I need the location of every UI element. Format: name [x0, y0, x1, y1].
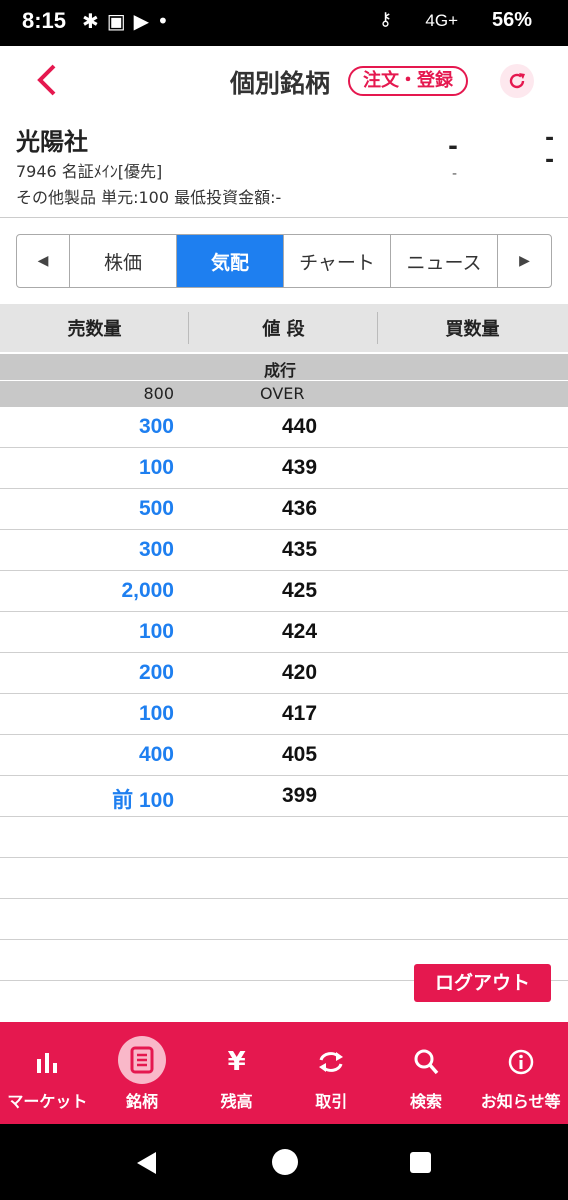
sell-qty: 400	[138, 743, 174, 766]
price: 405	[282, 743, 318, 766]
nav-balance[interactable]: ¥ 残高	[189, 1022, 284, 1124]
bottom-navigation: マーケット 銘柄 ¥ 残高 取引 検索 お知らせ等	[0, 1022, 568, 1124]
table-row: 100 439	[0, 448, 568, 489]
over-row: 800 OVER	[0, 381, 568, 407]
over-qty: 800	[143, 384, 174, 403]
page-title: 個別銘柄	[230, 69, 331, 98]
yen-icon: ¥	[227, 1047, 246, 1077]
table-row	[0, 817, 568, 858]
table-row: 200 420	[0, 653, 568, 694]
sell-qty: 200	[138, 661, 174, 684]
tab-quote-board[interactable]: 気配	[177, 235, 284, 287]
chevron-left-icon	[37, 64, 56, 96]
price: 424	[282, 620, 318, 643]
nav-search[interactable]: 検索	[379, 1022, 474, 1124]
sell-qty: 300	[138, 538, 174, 561]
table-row: 500 436	[0, 489, 568, 530]
stock-name: 光陽社	[16, 128, 88, 156]
sell-qty: 300	[138, 415, 174, 438]
stock-code: 7946 名証ﾒｲﾝ[優先]	[16, 162, 163, 181]
price-header: 値 段	[189, 304, 378, 352]
market-order-label: 成行	[264, 361, 297, 380]
exchange-icon	[307, 1038, 355, 1086]
system-home-icon[interactable]	[272, 1149, 298, 1175]
table-row	[0, 899, 568, 940]
notification-icons: ✱▣▶•	[82, 9, 177, 33]
system-back-icon[interactable]	[134, 1150, 160, 1176]
battery-level: 56%	[491, 9, 532, 31]
search-icon	[402, 1038, 450, 1086]
table-row: 前 100 399	[0, 776, 568, 817]
vpn-key-icon: ⚷	[378, 9, 392, 30]
over-label: OVER	[260, 384, 305, 403]
status-bar: 8:15 ✱▣▶• ⚷ 4G+ 56%	[0, 0, 568, 46]
detail-tabs: ◀ 株価 気配 チャート ニュース ▶	[16, 234, 552, 288]
sell-qty: 100	[138, 620, 174, 643]
sell-qty: 100	[138, 702, 174, 725]
table-row: 100 417	[0, 694, 568, 735]
table-row: 300 440	[0, 407, 568, 448]
buy-qty-header: 買数量	[445, 319, 500, 340]
nav-label: 検索	[409, 1092, 442, 1111]
table-row: 300 435	[0, 530, 568, 571]
tab-next-arrow[interactable]: ▶	[498, 235, 551, 287]
price: 435	[282, 538, 318, 561]
sell-qty: 500	[138, 497, 174, 520]
info-icon	[497, 1038, 545, 1086]
market-order-row: 成行	[0, 354, 568, 380]
stock-price: -	[448, 132, 458, 160]
tab-chart[interactable]: チャート	[284, 235, 391, 287]
stock-info-panel: 光陽社 7946 名証ﾒｲﾝ[優先] その他製品 単元:100 最低投資金額:-…	[0, 116, 568, 218]
back-button[interactable]	[32, 60, 68, 100]
logout-button[interactable]: ログアウト	[414, 964, 551, 1002]
stock-change-rate: -	[545, 148, 555, 173]
nav-label: マーケット	[7, 1092, 88, 1111]
sell-qty: 2,000	[121, 579, 174, 602]
status-time: 8:15	[22, 8, 67, 33]
price: 436	[282, 497, 318, 520]
stock-detail: その他製品 単元:100 最低投資金額:-	[16, 188, 282, 207]
stock-price-time: -	[452, 166, 458, 182]
bar-chart-icon	[23, 1038, 71, 1086]
price: 399	[282, 784, 318, 807]
table-row	[0, 858, 568, 899]
app-header: 個別銘柄 注文・登録	[0, 46, 568, 116]
nav-label: 残高	[220, 1092, 253, 1111]
price: 420	[282, 661, 318, 684]
quote-board: 300 440 100 439 500 436 300 435 2,000 425 100…	[0, 407, 568, 981]
price: 440	[282, 415, 318, 438]
table-row: 400 405	[0, 735, 568, 776]
system-navigation-bar	[0, 1124, 568, 1200]
nav-label: お知らせ等	[480, 1092, 561, 1111]
refresh-button[interactable]	[500, 64, 534, 98]
system-recents-icon[interactable]	[410, 1152, 431, 1173]
sell-qty: 前 100	[112, 789, 174, 812]
nav-trade[interactable]: 取引	[284, 1022, 379, 1124]
tab-stock-price[interactable]: 株価	[70, 235, 177, 287]
price: 425	[282, 579, 318, 602]
refresh-icon	[509, 73, 525, 89]
table-row: 100 424	[0, 612, 568, 653]
nav-label: 取引	[315, 1092, 348, 1111]
order-register-button[interactable]: 注文・登録	[348, 66, 468, 96]
sell-qty-header: 売数量	[0, 304, 189, 352]
nav-stocks[interactable]: 銘柄	[95, 1022, 190, 1124]
board-header: 売数量 値 段 買数量	[0, 304, 568, 352]
tab-news[interactable]: ニュース	[391, 235, 498, 287]
tab-prev-arrow[interactable]: ◀	[17, 235, 70, 287]
nav-label: 銘柄	[125, 1092, 158, 1111]
sell-qty: 100	[138, 456, 174, 479]
network-label: 4G+	[425, 11, 458, 30]
nav-market[interactable]: マーケット	[0, 1022, 95, 1124]
price: 417	[282, 702, 318, 725]
list-document-icon	[117, 1036, 166, 1084]
price: 439	[282, 456, 318, 479]
nav-notices[interactable]: お知らせ等	[473, 1022, 568, 1124]
table-row: 2,000 425	[0, 571, 568, 612]
